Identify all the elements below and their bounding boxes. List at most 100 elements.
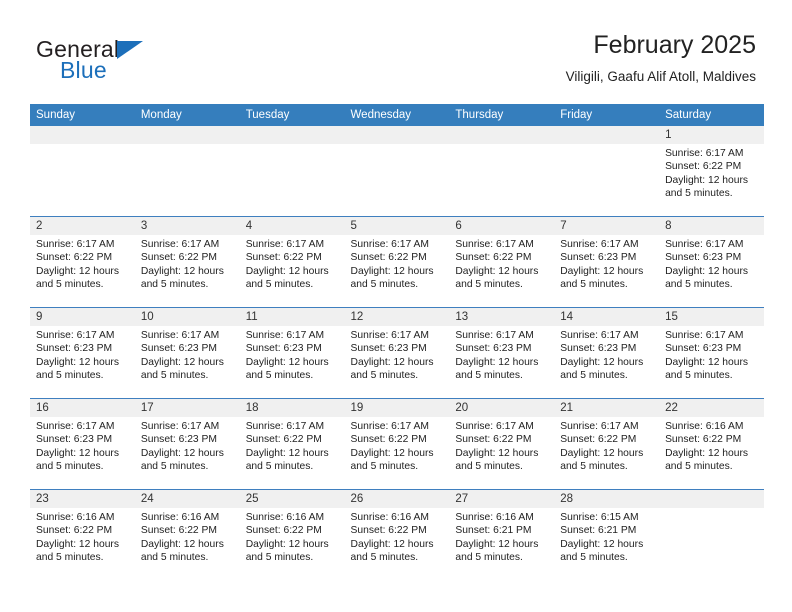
day-details: Sunrise: 6:17 AM Sunset: 6:22 PM Daylight:… bbox=[449, 417, 554, 474]
sunset-text: Sunset: 6:22 PM bbox=[350, 525, 427, 537]
calendar-day-cell bbox=[134, 126, 240, 217]
day-cell-content bbox=[344, 126, 450, 216]
sunrise-text: Sunrise: 6:17 AM bbox=[140, 330, 220, 341]
day-details: Sunrise: 6:16 AM Sunset: 6:22 PM Daylight:… bbox=[135, 508, 240, 565]
weekday-header-row: Sunday Monday Tuesday Wednesday Thursday… bbox=[30, 104, 764, 126]
day-cell-content: 4 Sunrise: 6:17 AM Sunset: 6:22 PM Daylight… bbox=[239, 217, 345, 307]
day-details: Sunrise: 6:17 AM Sunset: 6:23 PM Daylight:… bbox=[554, 235, 659, 292]
calendar-day-cell[interactable]: 27 Sunrise: 6:16 AM Sunset: 6:21 PM Dayligh… bbox=[449, 489, 555, 580]
calendar-day-cell[interactable]: 20 Sunrise: 6:17 AM Sunset: 6:22 PM Dayligh… bbox=[449, 398, 555, 490]
sunset-text: Sunset: 6:22 PM bbox=[245, 252, 322, 264]
day-cell-content: 1 Sunrise: 6:17 AM Sunset: 6:22 PM Daylight… bbox=[659, 126, 764, 216]
calendar-week-row: 9 Sunrise: 6:17 AM Sunset: 6:23 PM Daylight… bbox=[30, 307, 764, 399]
sunset-text: Sunset: 6:22 PM bbox=[140, 252, 217, 264]
daylight-text: Daylight: 12 hours and 5 minutes. bbox=[560, 447, 644, 473]
daylight-text: Daylight: 12 hours and 5 minutes. bbox=[455, 265, 539, 291]
sunset-text: Sunset: 6:21 PM bbox=[455, 525, 532, 537]
daylight-text: Daylight: 12 hours and 5 minutes. bbox=[350, 356, 434, 382]
calendar-day-cell[interactable]: 12 Sunrise: 6:17 AM Sunset: 6:23 PM Dayligh… bbox=[344, 307, 450, 399]
day-cell-content: 21 Sunrise: 6:17 AM Sunset: 6:22 PM Dayligh… bbox=[554, 399, 660, 489]
sunset-text: Sunset: 6:22 PM bbox=[455, 434, 532, 446]
sunrise-text: Sunrise: 6:17 AM bbox=[560, 421, 639, 432]
sunrise-text: Sunrise: 6:16 AM bbox=[245, 512, 325, 523]
daylight-text: Daylight: 12 hours and 5 minutes. bbox=[36, 356, 119, 382]
calendar-day-cell[interactable]: 21 Sunrise: 6:17 AM Sunset: 6:22 PM Dayligh… bbox=[554, 398, 660, 490]
day-cell-content: 22 Sunrise: 6:16 AM Sunset: 6:22 PM Dayligh… bbox=[659, 399, 764, 489]
calendar-day-cell[interactable]: 19 Sunrise: 6:17 AM Sunset: 6:22 PM Dayligh… bbox=[344, 398, 450, 490]
day-number: 19 bbox=[344, 399, 450, 417]
brand-name-blue: Blue bbox=[60, 57, 107, 83]
calendar-day-cell[interactable]: 8 Sunrise: 6:17 AM Sunset: 6:23 PM Daylight… bbox=[659, 216, 764, 308]
calendar-day-cell[interactable]: 5 Sunrise: 6:17 AM Sunset: 6:22 PM Daylight… bbox=[344, 216, 450, 308]
day-details: Sunrise: 6:17 AM Sunset: 6:22 PM Daylight:… bbox=[345, 417, 450, 474]
day-details: Sunrise: 6:16 AM Sunset: 6:22 PM Daylight:… bbox=[240, 508, 345, 565]
daylight-text: Daylight: 12 hours and 5 minutes. bbox=[36, 447, 119, 473]
calendar-day-cell[interactable]: 7 Sunrise: 6:17 AM Sunset: 6:23 PM Daylight… bbox=[554, 216, 660, 308]
calendar-day-cell[interactable]: 17 Sunrise: 6:17 AM Sunset: 6:23 PM Dayligh… bbox=[134, 398, 240, 490]
sunset-text: Sunset: 6:23 PM bbox=[665, 252, 742, 264]
calendar-day-cell[interactable]: 9 Sunrise: 6:17 AM Sunset: 6:23 PM Daylight… bbox=[30, 307, 135, 399]
sunset-text: Sunset: 6:23 PM bbox=[560, 343, 637, 355]
calendar-day-cell[interactable]: 6 Sunrise: 6:17 AM Sunset: 6:22 PM Daylight… bbox=[449, 216, 555, 308]
calendar-day-cell[interactable]: 23 Sunrise: 6:16 AM Sunset: 6:22 PM Dayligh… bbox=[30, 489, 135, 580]
daylight-text: Daylight: 12 hours and 5 minutes. bbox=[140, 265, 224, 291]
day-number: 23 bbox=[30, 490, 135, 508]
sunrise-text: Sunrise: 6:17 AM bbox=[350, 421, 429, 432]
day-cell-content: 6 Sunrise: 6:17 AM Sunset: 6:22 PM Daylight… bbox=[449, 217, 555, 307]
sunset-text: Sunset: 6:21 PM bbox=[560, 525, 637, 537]
day-cell-content: 20 Sunrise: 6:17 AM Sunset: 6:22 PM Dayligh… bbox=[449, 399, 555, 489]
day-cell-content bbox=[30, 126, 135, 216]
day-details: Sunrise: 6:17 AM Sunset: 6:23 PM Daylight:… bbox=[30, 326, 135, 383]
sunset-text: Sunset: 6:23 PM bbox=[665, 343, 742, 355]
sunrise-text: Sunrise: 6:17 AM bbox=[665, 330, 744, 341]
day-details: Sunrise: 6:16 AM Sunset: 6:22 PM Daylight:… bbox=[659, 417, 764, 474]
day-number: 7 bbox=[554, 217, 660, 235]
day-cell-content: 12 Sunrise: 6:17 AM Sunset: 6:23 PM Dayligh… bbox=[344, 308, 450, 398]
day-number: 27 bbox=[449, 490, 555, 508]
calendar-day-cell[interactable]: 25 Sunrise: 6:16 AM Sunset: 6:22 PM Dayligh… bbox=[239, 489, 345, 580]
calendar-day-cell[interactable]: 16 Sunrise: 6:17 AM Sunset: 6:23 PM Dayligh… bbox=[30, 398, 135, 490]
calendar-day-cell[interactable]: 26 Sunrise: 6:16 AM Sunset: 6:22 PM Dayligh… bbox=[344, 489, 450, 580]
page-subtitle: Viligili, Gaafu Alif Atoll, Maldives bbox=[565, 69, 756, 84]
daylight-text: Daylight: 12 hours and 5 minutes. bbox=[665, 265, 749, 291]
sunrise-text: Sunrise: 6:17 AM bbox=[245, 330, 325, 341]
calendar-day-cell[interactable]: 24 Sunrise: 6:16 AM Sunset: 6:22 PM Dayligh… bbox=[134, 489, 240, 580]
sunrise-text: Sunrise: 6:16 AM bbox=[36, 512, 115, 523]
day-cell-content: 28 Sunrise: 6:15 AM Sunset: 6:21 PM Dayligh… bbox=[554, 490, 660, 580]
day-cell-content: 24 Sunrise: 6:16 AM Sunset: 6:22 PM Dayligh… bbox=[134, 490, 240, 580]
sunrise-text: Sunrise: 6:16 AM bbox=[665, 421, 744, 432]
day-cell-content: 26 Sunrise: 6:16 AM Sunset: 6:22 PM Dayligh… bbox=[344, 490, 450, 580]
daylight-text: Daylight: 12 hours and 5 minutes. bbox=[245, 265, 329, 291]
day-details: Sunrise: 6:16 AM Sunset: 6:22 PM Daylight:… bbox=[345, 508, 450, 565]
weekday-header-friday: Friday bbox=[554, 104, 660, 126]
sunrise-text: Sunrise: 6:17 AM bbox=[36, 330, 115, 341]
calendar-day-cell[interactable]: 15 Sunrise: 6:17 AM Sunset: 6:23 PM Dayligh… bbox=[659, 307, 764, 399]
day-cell-content: 14 Sunrise: 6:17 AM Sunset: 6:23 PM Dayligh… bbox=[554, 308, 660, 398]
calendar-day-cell[interactable]: 14 Sunrise: 6:17 AM Sunset: 6:23 PM Dayligh… bbox=[554, 307, 660, 399]
day-number: 3 bbox=[134, 217, 240, 235]
calendar-day-cell[interactable]: 22 Sunrise: 6:16 AM Sunset: 6:22 PM Dayligh… bbox=[659, 398, 764, 490]
calendar-day-cell[interactable]: 2 Sunrise: 6:17 AM Sunset: 6:22 PM Daylight… bbox=[30, 216, 135, 308]
day-number: 17 bbox=[134, 399, 240, 417]
calendar-day-cell[interactable]: 18 Sunrise: 6:17 AM Sunset: 6:22 PM Dayligh… bbox=[239, 398, 345, 490]
day-number bbox=[554, 126, 660, 144]
sunrise-text: Sunrise: 6:17 AM bbox=[665, 239, 744, 250]
day-number: 25 bbox=[239, 490, 345, 508]
calendar-day-cell[interactable]: 28 Sunrise: 6:15 AM Sunset: 6:21 PM Dayligh… bbox=[554, 489, 660, 580]
calendar-day-cell[interactable]: 4 Sunrise: 6:17 AM Sunset: 6:22 PM Daylight… bbox=[239, 216, 345, 308]
weekday-header-monday: Monday bbox=[134, 104, 240, 126]
day-details: Sunrise: 6:17 AM Sunset: 6:23 PM Daylight:… bbox=[449, 326, 554, 383]
sunset-text: Sunset: 6:22 PM bbox=[560, 434, 637, 446]
calendar-day-cell[interactable]: 11 Sunrise: 6:17 AM Sunset: 6:23 PM Dayligh… bbox=[239, 307, 345, 399]
sunset-text: Sunset: 6:22 PM bbox=[36, 525, 113, 537]
daylight-text: Daylight: 12 hours and 5 minutes. bbox=[560, 356, 644, 382]
day-cell-content: 11 Sunrise: 6:17 AM Sunset: 6:23 PM Dayligh… bbox=[239, 308, 345, 398]
calendar-day-cell[interactable]: 13 Sunrise: 6:17 AM Sunset: 6:23 PM Dayligh… bbox=[449, 307, 555, 399]
calendar-day-cell[interactable]: 10 Sunrise: 6:17 AM Sunset: 6:23 PM Dayligh… bbox=[134, 307, 240, 399]
day-cell-content: 18 Sunrise: 6:17 AM Sunset: 6:22 PM Dayligh… bbox=[239, 399, 345, 489]
weekday-header-sunday: Sunday bbox=[30, 104, 135, 126]
calendar-day-cell[interactable]: 1 Sunrise: 6:17 AM Sunset: 6:22 PM Daylight… bbox=[659, 126, 764, 217]
day-number: 10 bbox=[134, 308, 240, 326]
calendar-day-cell[interactable]: 3 Sunrise: 6:17 AM Sunset: 6:22 PM Daylight… bbox=[134, 216, 240, 308]
sunset-text: Sunset: 6:22 PM bbox=[350, 434, 427, 446]
